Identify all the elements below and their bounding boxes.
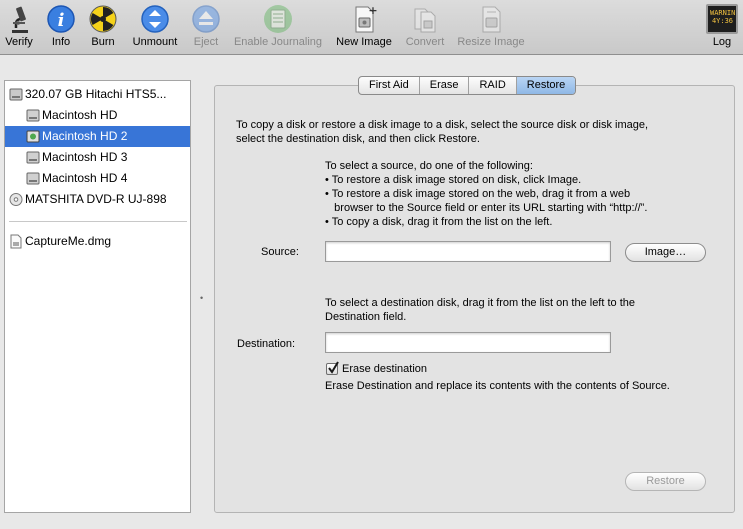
image-button[interactable]: Image… (625, 243, 706, 262)
burn-button[interactable]: Burn (84, 0, 122, 55)
info-button[interactable]: i Info (42, 0, 80, 55)
convert-button[interactable]: Convert (401, 0, 449, 55)
info-label: Info (51, 36, 71, 48)
intro-text-line1: To copy a disk or restore a disk image t… (236, 119, 649, 131)
source-instruction-bullet: • To restore a disk image stored on disk… (325, 174, 582, 186)
new-image-button[interactable]: + New Image (333, 0, 395, 55)
sidebar-item-macintosh-hd[interactable]: Macintosh HD (5, 105, 190, 126)
svg-text:+: + (368, 4, 377, 17)
convert-label: Convert (405, 36, 445, 48)
source-label: Source: (261, 246, 299, 258)
convert-icon (414, 8, 436, 33)
log-console-icon: WARNIN 4Y:36 (706, 4, 738, 34)
disk-list-sidebar[interactable]: 320.07 GB Hitachi HTS5... Macintosh HD M… (4, 80, 191, 513)
volume-icon (26, 172, 40, 185)
enable-journaling-button[interactable]: Enable Journaling (229, 0, 327, 55)
source-instructions-heading: To select a source, do one of the follow… (325, 160, 533, 172)
sidebar-item-hitachi-drive[interactable]: 320.07 GB Hitachi HTS5... (5, 84, 190, 105)
log-label: Log (712, 36, 732, 48)
eject-label: Eject (193, 36, 219, 48)
sidebar-item-label: MATSHITA DVD-R UJ-898 (25, 192, 167, 206)
restore-panel: To copy a disk or restore a disk image t… (214, 85, 735, 513)
volume-icon (26, 151, 40, 164)
resize-image-button[interactable]: Resize Image (453, 0, 529, 55)
sidebar-item-label: 320.07 GB Hitachi HTS5... (25, 87, 167, 101)
sidebar-item-label: CaptureMe.dmg (25, 234, 112, 248)
resize-image-label: Resize Image (457, 36, 525, 48)
log-button[interactable]: WARNIN 4Y:36 Log (703, 0, 741, 55)
eject-icon (192, 5, 220, 33)
eject-button[interactable]: Eject (188, 0, 224, 55)
sidebar-item-macintosh-hd-4[interactable]: Macintosh HD 4 (5, 168, 190, 189)
unmount-button[interactable]: Unmount (126, 0, 184, 55)
tab-raid[interactable]: RAID (469, 77, 517, 94)
unmount-label: Unmount (132, 36, 178, 48)
erase-destination-checkbox[interactable] (326, 361, 339, 375)
source-instruction-bullet: browser to the Source field or enter its… (325, 202, 648, 214)
destination-label: Destination: (237, 338, 296, 350)
volume-icon (26, 130, 40, 143)
disk-image-file-icon (10, 234, 22, 249)
sidebar-item-captureme-dmg[interactable]: CaptureMe.dmg (5, 231, 190, 252)
source-instruction-bullet: • To copy a disk, drag it from the list … (325, 216, 553, 228)
tab-first-aid[interactable]: First Aid (359, 77, 420, 94)
checkmark-icon (328, 361, 339, 374)
journaling-icon (264, 5, 292, 33)
svg-text:i: i (58, 10, 65, 31)
source-field[interactable] (325, 241, 611, 262)
hard-drive-icon (9, 88, 23, 101)
sidebar-item-macintosh-hd-2[interactable]: Macintosh HD 2 (5, 126, 190, 147)
unmount-icon (141, 5, 169, 33)
erase-destination-label[interactable]: Erase destination (342, 363, 427, 377)
log-icon-text: WARNIN 4Y:36 (710, 9, 736, 25)
sidebar-item-dvd-drive[interactable]: MATSHITA DVD-R UJ-898 (5, 189, 190, 210)
info-icon: i (47, 5, 75, 33)
volume-icon (26, 109, 40, 122)
burn-radiation-icon (89, 5, 117, 33)
enable-journaling-label: Enable Journaling (233, 36, 323, 48)
destination-instructions-line1: To select a destination disk, drag it fr… (325, 297, 635, 309)
sidebar-item-label: Macintosh HD 4 (42, 171, 128, 185)
verify-button[interactable]: Verify (0, 0, 38, 55)
destination-instructions-line2: Destination field. (325, 311, 407, 323)
new-image-label: New Image (336, 36, 392, 48)
optical-drive-icon (9, 193, 23, 206)
tab-bar: First Aid Erase RAID Restore (358, 76, 577, 95)
verify-label: Verify (5, 36, 33, 48)
resize-image-icon (482, 6, 501, 33)
new-image-icon: + (355, 4, 378, 33)
intro-text-line2: select the destination disk, and then cl… (236, 133, 480, 145)
sidebar-item-label: Macintosh HD 2 (42, 129, 128, 143)
sidebar-item-label: Macintosh HD (42, 108, 118, 122)
sidebar-divider (9, 221, 187, 222)
restore-button[interactable]: Restore (625, 472, 706, 491)
burn-label: Burn (91, 36, 115, 48)
sidebar-item-label: Macintosh HD 3 (42, 150, 128, 164)
split-view-handle[interactable]: • (200, 293, 203, 303)
tab-restore[interactable]: Restore (516, 77, 576, 94)
destination-field[interactable] (325, 332, 611, 353)
sidebar-item-macintosh-hd-3[interactable]: Macintosh HD 3 (5, 147, 190, 168)
source-instruction-bullet: • To restore a disk image stored on the … (325, 188, 631, 200)
toolbar: Verify i Info Burn Unmount Eject Enable … (0, 0, 743, 55)
tab-erase[interactable]: Erase (420, 77, 470, 94)
microscope-icon (12, 6, 28, 33)
erase-destination-description: Erase Destination and replace its conten… (325, 380, 670, 392)
